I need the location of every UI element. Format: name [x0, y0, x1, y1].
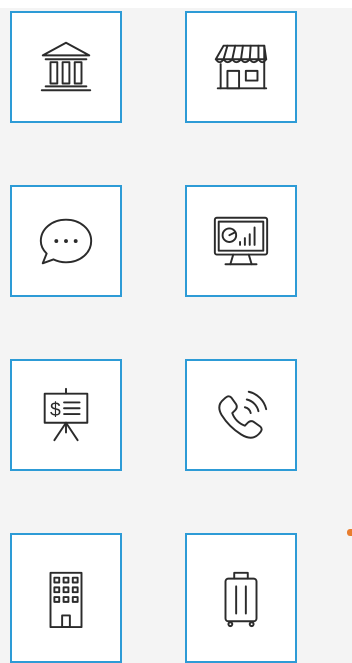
tile-bank[interactable]	[10, 11, 122, 123]
chat-bubble-icon	[39, 218, 93, 265]
tile-phone-call[interactable]	[185, 359, 297, 471]
tile-chat[interactable]	[10, 185, 122, 297]
storefront-icon	[214, 44, 268, 90]
phone-call-icon	[218, 390, 268, 439]
luggage-suitcase-icon	[224, 571, 258, 628]
dollar-sign: $	[50, 399, 61, 421]
tile-finance-presentation[interactable]: $	[10, 359, 122, 471]
bank-building-icon	[40, 41, 92, 92]
office-building-icon	[49, 571, 83, 629]
tile-storefront[interactable]	[185, 11, 297, 123]
finance-presentation-board-icon: $	[43, 387, 89, 442]
tile-analytics-monitor[interactable]	[185, 185, 297, 297]
accent-dot	[347, 529, 352, 536]
top-strip	[0, 0, 352, 8]
analytics-monitor-icon	[213, 216, 269, 266]
